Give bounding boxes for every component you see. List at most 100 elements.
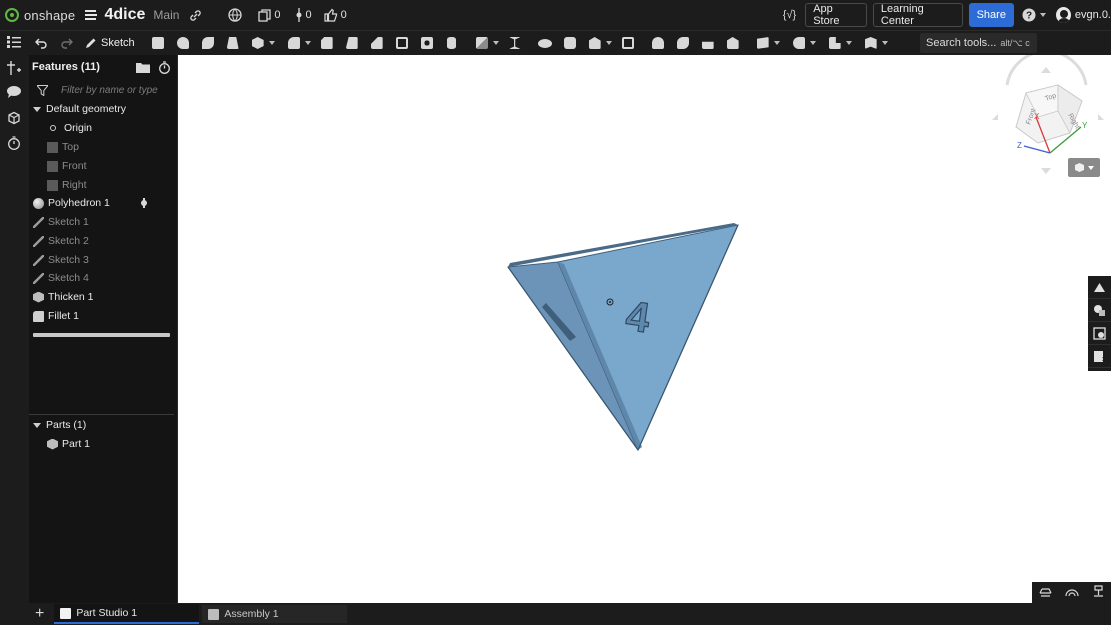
link-icon[interactable] <box>189 5 202 25</box>
plane-tool-icon[interactable] <box>754 34 772 52</box>
revolve-tool-icon[interactable] <box>174 34 192 52</box>
custom-table-panel-icon[interactable]: x <box>1088 345 1111 368</box>
delete-part-tool-icon[interactable] <box>619 34 637 52</box>
rollback-bar[interactable] <box>33 333 170 337</box>
branch-label[interactable]: Main <box>153 8 179 22</box>
folder-icon[interactable] <box>135 57 150 77</box>
model-canvas[interactable]: 4 Right Top Front X Y Z <box>178 55 1111 603</box>
feature-item-origin[interactable]: Origin <box>29 119 178 137</box>
sheet-metal-tool-icon[interactable] <box>826 34 844 52</box>
parts-header-row[interactable]: Parts (1) <box>29 416 178 434</box>
chamfer-tool-icon[interactable] <box>318 34 336 52</box>
tab-assembly-1[interactable]: Assembly 1 <box>202 605 348 623</box>
boolean-tool-icon[interactable] <box>536 34 554 52</box>
default-geometry-row[interactable]: Default geometry <box>29 100 178 118</box>
versions-icon[interactable] <box>258 5 272 25</box>
fillet-chevron-down-icon[interactable] <box>304 41 311 45</box>
loft-tool-icon[interactable] <box>224 34 242 52</box>
move-face-tool-icon[interactable] <box>674 34 692 52</box>
filter-icon[interactable] <box>37 80 48 100</box>
feature-item-top[interactable]: Top <box>29 138 178 156</box>
app-store-button[interactable]: App Store <box>805 3 867 27</box>
menu-icon[interactable] <box>85 10 98 20</box>
fillet-tool-icon[interactable] <box>285 34 303 52</box>
feature-item-right[interactable]: Right <box>29 176 178 194</box>
hole-tool-icon[interactable] <box>418 34 436 52</box>
feature-item-label: Polyhedron 1 <box>48 197 110 209</box>
part-item[interactable]: Part 1 <box>29 435 178 453</box>
graphics-viewport[interactable]: 4 Right Top Front X Y Z x <box>178 55 1111 603</box>
sketch-icon <box>33 254 44 266</box>
plane-chevron-down-icon[interactable] <box>773 41 780 45</box>
rollback-stopwatch-icon[interactable] <box>158 57 171 77</box>
feature-filter-input[interactable] <box>61 84 171 96</box>
redo-icon[interactable] <box>61 33 73 53</box>
globe-icon[interactable] <box>228 5 243 25</box>
variable-icon[interactable]: {√} <box>783 5 796 25</box>
search-tools-input[interactable]: Search tools... alt/⌥ c <box>920 33 1037 53</box>
section-view-icon[interactable] <box>1039 586 1052 600</box>
pattern-tool-icon[interactable] <box>473 34 491 52</box>
tab-part-studio-1[interactable]: Part Studio 1 <box>54 604 200 624</box>
like-icon[interactable] <box>324 5 338 25</box>
history-stopwatch-icon[interactable] <box>6 135 22 151</box>
learning-center-button[interactable]: Learning Center <box>872 3 963 27</box>
display-mode-icon[interactable] <box>1065 586 1080 600</box>
appearance-panel-icon[interactable] <box>1088 276 1111 299</box>
replace-face-tool-icon[interactable] <box>699 34 717 52</box>
onshape-logo[interactable]: onshape <box>5 8 75 23</box>
transform-tool-icon[interactable] <box>586 34 604 52</box>
transform-chevron-down-icon[interactable] <box>605 41 612 45</box>
branch-icon[interactable] <box>295 5 303 25</box>
parts-configure-icon[interactable] <box>6 110 22 126</box>
thicken-tool-icon[interactable] <box>249 34 267 52</box>
share-button[interactable]: Share <box>968 3 1014 27</box>
feature-item-sketch-3[interactable]: Sketch 3 <box>29 251 178 269</box>
undo-icon[interactable] <box>35 33 47 53</box>
named-views-icon[interactable] <box>1093 585 1104 600</box>
add-tab-icon[interactable]: + <box>35 604 44 624</box>
flatten-chevron-down-icon[interactable] <box>881 41 888 45</box>
draft-tool-icon[interactable] <box>343 34 361 52</box>
avatar[interactable] <box>1055 7 1071 23</box>
feature-item-thicken[interactable]: Thicken 1 <box>29 288 178 306</box>
pattern-chevron-down-icon[interactable] <box>492 41 499 45</box>
feature-item-sketch-4[interactable]: Sketch 4 <box>29 269 178 287</box>
feature-item-sketch-2[interactable]: Sketch 2 <box>29 232 178 250</box>
feature-item-sketch-1[interactable]: Sketch 1 <box>29 213 178 231</box>
feature-item-polyhedron[interactable]: Polyhedron 1 <box>29 194 178 212</box>
feature-item-fillet[interactable]: Fillet 1 <box>29 307 178 325</box>
view-options-button[interactable] <box>1068 158 1100 177</box>
mate-connector-chevron-down-icon[interactable] <box>809 41 816 45</box>
help-icon[interactable]: ? <box>1022 5 1036 25</box>
panel-divider[interactable] <box>29 414 174 415</box>
shell-tool-icon[interactable] <box>393 34 411 52</box>
view-cube[interactable]: Right Top Front X Y Z <box>992 55 1104 174</box>
extrude-tool-icon[interactable] <box>149 34 167 52</box>
rib-tool-icon[interactable] <box>368 34 386 52</box>
mirror-tool-icon[interactable] <box>506 34 524 52</box>
cylinder-tool-icon[interactable] <box>443 34 461 52</box>
instances-panel-icon[interactable] <box>1088 299 1111 322</box>
sheet-metal-chevron-down-icon[interactable] <box>845 41 852 45</box>
parts-chevron-down-icon[interactable] <box>33 422 41 428</box>
feature-list-icon[interactable] <box>6 34 22 50</box>
modify-fillet-tool-icon[interactable] <box>649 34 667 52</box>
offset-surface-tool-icon[interactable] <box>724 34 742 52</box>
document-name[interactable]: 4dice <box>104 6 145 24</box>
flatten-tool-icon[interactable] <box>862 34 880 52</box>
user-name[interactable]: evgn.0. <box>1075 9 1111 21</box>
feature-item-front[interactable]: Front <box>29 157 178 175</box>
comments-icon[interactable] <box>6 84 22 100</box>
sweep-tool-icon[interactable] <box>199 34 217 52</box>
mate-connector-tool-icon[interactable] <box>790 34 808 52</box>
feature-item-label: Sketch 2 <box>48 235 89 247</box>
split-tool-icon[interactable] <box>561 34 579 52</box>
default-geometry-chevron-down-icon[interactable] <box>33 106 41 112</box>
mass-properties-panel-icon[interactable] <box>1088 322 1111 345</box>
thicken-chevron-down-icon[interactable] <box>268 41 275 45</box>
part-tetrahedron[interactable]: 4 <box>507 223 739 452</box>
help-chevron-down-icon[interactable] <box>1039 13 1046 17</box>
sketch-button[interactable]: Sketch <box>101 37 135 49</box>
variables-icon[interactable] <box>6 60 22 76</box>
